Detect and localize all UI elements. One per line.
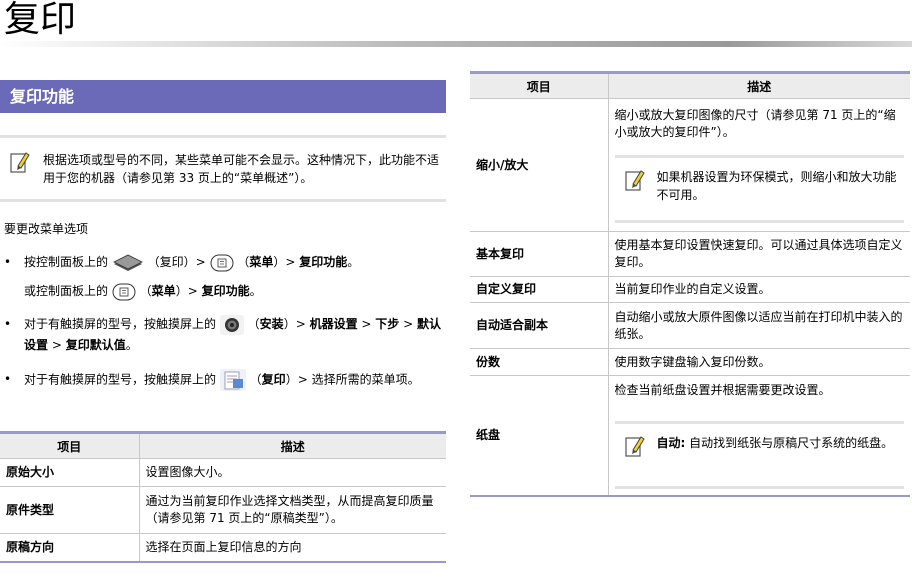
section-title: 复印功能 [10, 87, 75, 106]
row-value-cell: 缩小或放大复印图像的尺寸（请参见第 71 页上的“缩小或放大的复印件”）。 如果… [608, 98, 910, 232]
row-key: 自动适合副本 [470, 302, 609, 349]
note-pencil-icon [624, 436, 645, 457]
copy-screen-icon [219, 369, 246, 391]
bullet-text: （ [249, 372, 262, 387]
column-header-description: 描述 [139, 431, 446, 459]
bullet-text: 。 [249, 284, 262, 298]
bullet-text: ）> [273, 255, 300, 269]
row-key: 原件类型 [0, 486, 140, 534]
row-value: 使用基本复印设置快速复印。可以通过具体选项自定义复印。 [608, 231, 910, 277]
bullet-dot: • [4, 317, 12, 331]
bullet-text: （ [139, 284, 152, 298]
note-text: 根据选项或型号的不同，某些菜单可能不会显示。这种情况下，此功能不适用于您的机器（… [43, 153, 440, 185]
column-header-item: 项目 [0, 431, 140, 459]
note-text: 自动: 自动找到纸张与原稿尺寸系统的纸盘。 [657, 434, 907, 452]
title-rule [0, 41, 912, 47]
note-box: 如果机器设置为环保模式，则缩小和放大功能不可用。 [614, 155, 904, 223]
bullet-dot: • [4, 372, 12, 386]
table-row: 基本复印 使用基本复印设置快速复印。可以通过具体选项自定义复印。 [470, 231, 910, 277]
column-header-description: 描述 [608, 71, 910, 99]
row-key: 原始大小 [0, 458, 140, 487]
note-pencil-icon [624, 170, 645, 191]
bullet-text: 。 [125, 337, 138, 352]
table-row: 自动适合副本 自动缩小或放大原件图像以适应当前在打印机中装入的纸张。 [470, 302, 910, 349]
setup-gear-icon [219, 314, 244, 335]
menu-button-icon [112, 283, 136, 300]
auto-label: 自动: [656, 435, 686, 450]
page-title: 复印 [4, 0, 77, 40]
row-value: 检查当前纸盘设置并根据需要更改设置。 [614, 382, 831, 397]
row-value-cell: 检查当前纸盘设置并根据需要更改设置。 自动: 自动找到纸张与原稿尺寸系统的纸盘。 [608, 375, 910, 497]
row-key: 份数 [470, 348, 609, 376]
bullet-text: ）> [175, 284, 202, 298]
table-row: 原件类型 通过为当前复印作业选择文档类型，从而提高复印质量（请参见第 71 页上… [0, 486, 446, 534]
next-label: 下步 [375, 317, 400, 331]
row-value: 设置图像大小。 [139, 458, 446, 487]
bullet-item: • 对于有触摸屏的型号，按触摸屏上的 （复印）> 选择所需的菜单项。 [4, 369, 444, 411]
machine-setup-label: 机器设置 [309, 317, 358, 331]
copy-default-label: 复印默认值 [65, 337, 126, 352]
row-value: 缩小或放大复印图像的尺寸（请参见第 71 页上的“缩小或放大的复印件”）。 [614, 108, 896, 139]
row-value: 通过为当前复印作业选择文档类型，从而提高复印质量（请参见第 71 页上的“原稿类… [139, 486, 446, 534]
column-header-item: 项目 [470, 71, 609, 99]
note-box: 自动: 自动找到纸张与原稿尺寸系统的纸盘。 [614, 420, 907, 489]
bullet-text: 对于有触摸屏的型号，按触摸屏上的 [24, 372, 220, 387]
copy-feature-label: 复印功能 [201, 284, 250, 298]
menu-button-icon [210, 254, 234, 271]
bullet-text: 选择所需的菜单项。 [311, 372, 420, 387]
left-spec-table: 项目 描述 原始大小 设置图像大小。 原件类型 通过为当前复印作业选择文档类型，… [0, 431, 446, 563]
lead-text: 要更改菜单选项 [4, 222, 89, 236]
bullet-text: 对于有触摸屏的型号，按触摸屏上的 [24, 317, 220, 331]
table-row: 原稿方向 选择在页面上复印信息的方向 [0, 533, 446, 563]
setup-label: 安装 [259, 317, 284, 331]
bullet-text: ）> [283, 317, 310, 331]
note-box: 根据选项或型号的不同，某些菜单可能不会显示。这种情况下，此功能不适用于您的机器（… [0, 135, 446, 202]
table-row: 原始大小 设置图像大小。 [0, 458, 446, 487]
row-key: 缩小/放大 [470, 98, 609, 232]
bullet-text: > [399, 317, 417, 331]
row-key: 纸盘 [470, 375, 609, 497]
menu-label: 菜单 [151, 284, 176, 298]
right-spec-table: 项目 描述 缩小/放大 缩小或放大复印图像的尺寸（请参见第 71 页上的“缩小或… [470, 71, 910, 497]
bullet-item: • 按控制面板上的 （复印）> （菜单）> 复印功能。 [4, 252, 444, 272]
bullet-text: 按控制面板上的 [24, 255, 112, 269]
bullet-text: （ [237, 255, 250, 269]
table-row: 自定义复印 当前复印作业的自定义设置。 [470, 276, 910, 303]
row-key: 原稿方向 [0, 533, 140, 563]
row-value: 选择在页面上复印信息的方向 [139, 533, 446, 563]
copy-label: 复印 [261, 372, 286, 387]
note-pencil-icon [10, 152, 30, 173]
row-value: 当前复印作业的自定义设置。 [608, 276, 910, 303]
left-column: 复印功能 根据选项或型号的不同，某些菜单可能不会显示。这种情况下，此功能不适用于… [0, 80, 446, 202]
table-row: 份数 使用数字键盘输入复印份数。 [470, 348, 910, 376]
bullet-continuation: 或控制面板上的 （菜单）> 复印功能。 [4, 281, 444, 301]
bullet-item: • 对于有触摸屏的型号，按触摸屏上的 （安装）> 机器设置 > 下步 > 默认设… [4, 314, 444, 356]
bullet-dot: • [4, 255, 12, 269]
row-value: 使用数字键盘输入复印份数。 [608, 348, 910, 376]
bullet-text: 或控制面板上的 [24, 284, 112, 298]
bullet-text: > [357, 317, 376, 331]
table-row: 缩小/放大 缩小或放大复印图像的尺寸（请参见第 71 页上的“缩小或放大的复印件… [470, 98, 910, 232]
table-row: 纸盘 检查当前纸盘设置并根据需要更改设置。 自动: 自动找到纸张与原稿尺寸系统的… [470, 375, 910, 497]
bullet-text: （复印）> [147, 255, 210, 269]
section-header: 复印功能 [0, 80, 446, 113]
bullet-text: （ [247, 317, 260, 331]
row-value: 自动缩小或放大原件图像以适应当前在打印机中装入的纸张。 [608, 302, 910, 349]
note-body: 自动找到纸张与原稿尺寸系统的纸盘。 [685, 435, 894, 450]
bullet-text: ）> [285, 372, 312, 387]
row-key: 自定义复印 [470, 276, 609, 303]
menu-label: 菜单 [249, 255, 274, 269]
row-key: 基本复印 [470, 231, 609, 277]
copy-feature-label: 复印功能 [299, 255, 348, 269]
note-text: 如果机器设置为环保模式，则缩小和放大功能不可用。 [656, 170, 897, 202]
bullet-text: 。 [347, 255, 360, 269]
bullet-text: > [48, 337, 66, 352]
copy-icon [112, 254, 143, 271]
